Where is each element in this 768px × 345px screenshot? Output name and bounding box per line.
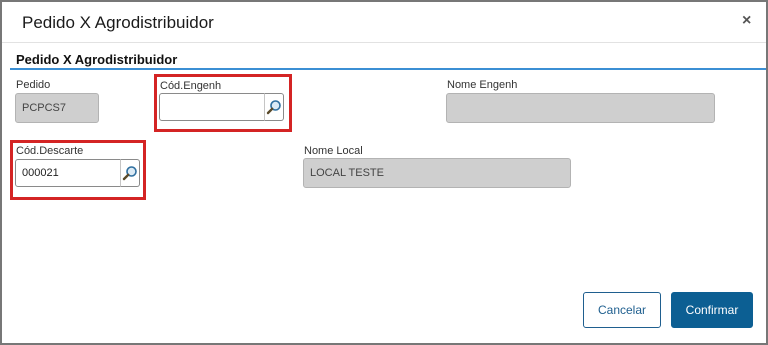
close-icon[interactable]: × xyxy=(742,12,751,30)
section-title: Pedido X Agrodistribuidor xyxy=(16,52,178,67)
confirm-button[interactable]: Confirmar xyxy=(671,292,753,328)
cod-engenh-label: Cód.Engenh xyxy=(160,80,222,92)
pedido-label: Pedido xyxy=(16,79,51,91)
pedido-field: PCPCS7 xyxy=(15,93,99,123)
nome-engenh-label: Nome Engenh xyxy=(447,79,518,91)
dialog-title: Pedido X Agrodistribuidor xyxy=(22,13,214,32)
cancel-button[interactable]: Cancelar xyxy=(583,292,661,328)
title-divider xyxy=(2,42,766,43)
nome-local-field: LOCAL TESTE xyxy=(303,158,571,188)
magnifier-icon xyxy=(122,166,137,181)
cod-engenh-input[interactable] xyxy=(159,93,265,121)
cod-descarte-input[interactable]: 000021 xyxy=(15,159,121,187)
nome-engenh-field xyxy=(446,93,715,123)
nome-local-label: Nome Local xyxy=(304,145,363,157)
cod-engenh-lookup-button[interactable] xyxy=(264,93,284,121)
magnifier-icon xyxy=(266,100,281,115)
cod-descarte-label: Cód.Descarte xyxy=(16,145,84,157)
section-rule xyxy=(10,68,766,70)
dialog: Pedido X Agrodistribuidor × Pedido X Agr… xyxy=(0,0,768,345)
cod-descarte-lookup-button[interactable] xyxy=(120,159,140,187)
